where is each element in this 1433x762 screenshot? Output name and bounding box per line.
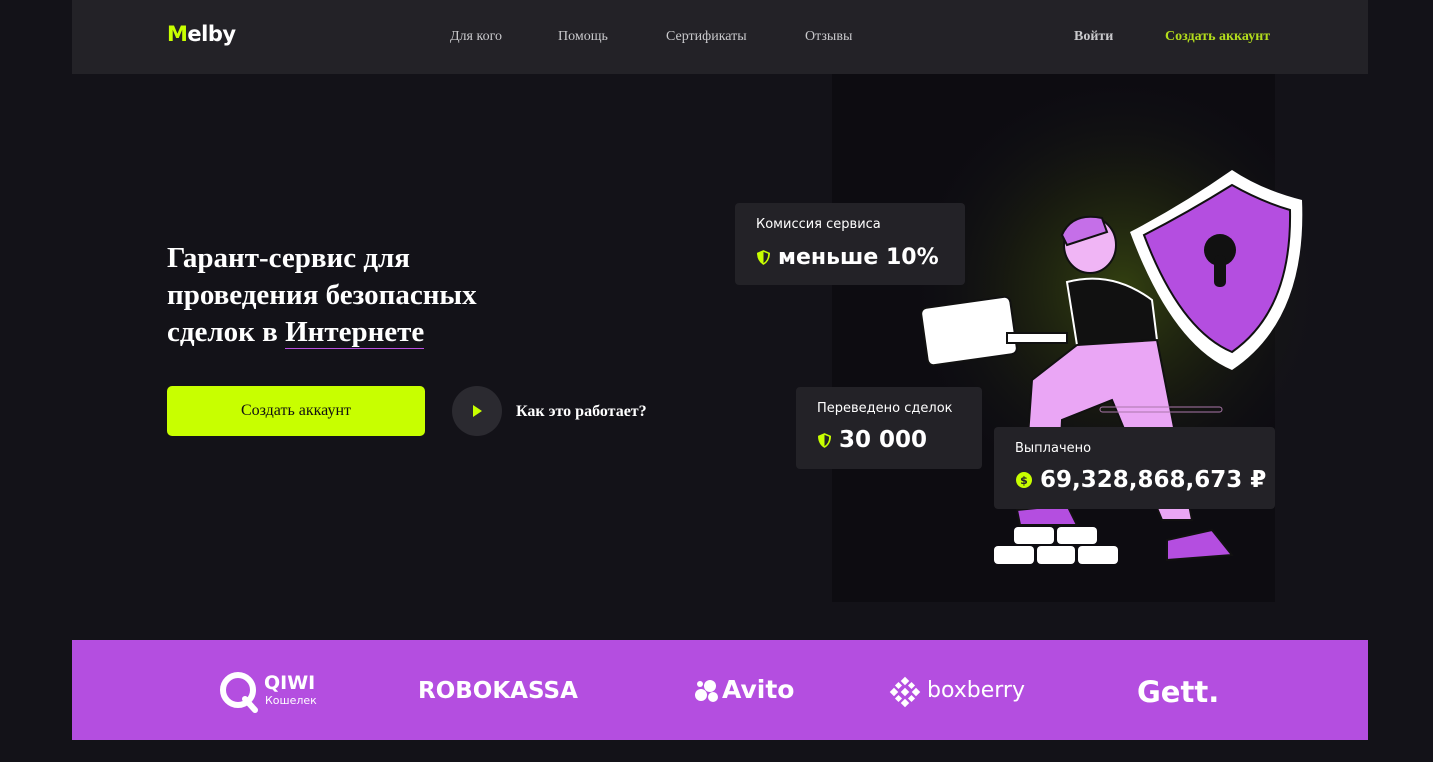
shield-check-icon [757, 250, 770, 265]
page: Melby Для кого Помощь Сертификаты Отзывы… [72, 0, 1368, 762]
avito-dots-icon [695, 680, 718, 702]
avito-label: Avito [722, 675, 795, 704]
boxberry-logo-icon [889, 676, 921, 708]
boxberry-label: boxberry [927, 678, 1025, 703]
deals-value: 30 000 [839, 427, 928, 453]
partner-robokassa: ROBOKASSA [418, 678, 578, 704]
qiwi-logo-icon [220, 672, 258, 713]
play-button[interactable] [452, 386, 502, 436]
create-account-button[interactable]: Создать аккаунт [167, 386, 425, 436]
hero-title-highlight: Интернете [285, 316, 425, 349]
commission-card: Комиссия сервиса меньше 10% [735, 203, 965, 285]
deals-card: Переведено сделок 30 000 [796, 387, 982, 469]
paid-label: Выплачено [1015, 441, 1092, 456]
paid-card: Выплачено $ 69,328,868,673 ₽ [994, 427, 1275, 509]
shield-check-icon [818, 432, 831, 448]
partner-gett: Gett. [1137, 675, 1220, 709]
play-icon [473, 405, 482, 417]
qiwi-sublabel: Кошелек [265, 694, 317, 707]
partners-strip: QIWI Кошелек ROBOKASSA Avito boxberry Ge… [72, 640, 1368, 740]
commission-label: Комиссия сервиса [756, 217, 881, 232]
deals-label: Переведено сделок [817, 401, 953, 416]
paid-value: 69,328,868,673 ₽ [1040, 467, 1267, 493]
hero-title: Гарант-сервис для проведения безопасных … [167, 242, 477, 349]
qiwi-label: QIWI [264, 672, 316, 694]
svg-text:$: $ [1020, 474, 1028, 487]
how-it-works-link[interactable]: Как это работает? [516, 403, 647, 421]
commission-value: меньше 10% [778, 245, 939, 270]
dollar-coin-icon: $ [1016, 472, 1032, 488]
